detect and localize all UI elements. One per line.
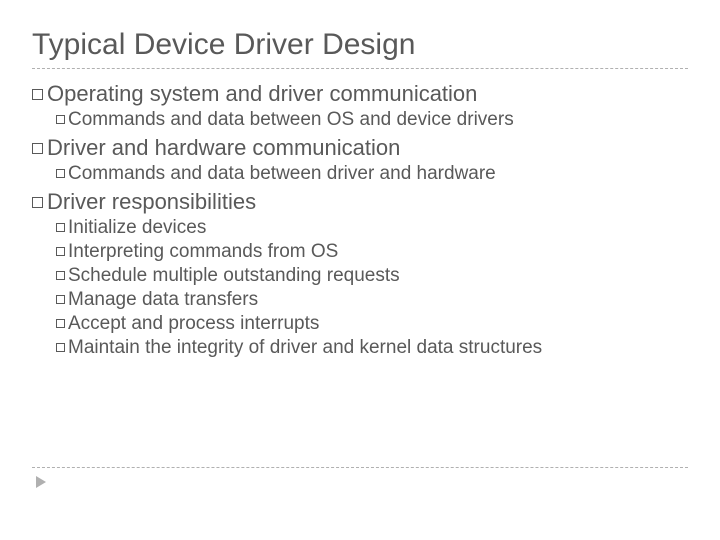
- bullet-text: Operating system and driver communicatio…: [47, 81, 477, 106]
- bullet-text: Interpreting commands from OS: [68, 241, 338, 262]
- footer-divider: [32, 467, 688, 468]
- bullet-driver-hw-comm: Driver and hardware communication: [32, 135, 688, 161]
- slide-footer: [32, 467, 688, 488]
- bullet-text: Accept and process interrupts: [68, 313, 319, 334]
- slide: Typical Device Driver Design Operating s…: [0, 0, 720, 540]
- bullet-text: Commands and data between OS and device …: [68, 109, 514, 130]
- subbullet-init-devices: Initialize devices: [56, 217, 688, 239]
- bullet-text: Maintain the integrity of driver and ker…: [68, 337, 542, 358]
- square-bullet-icon: [56, 247, 65, 256]
- subbullet-os-driver-cmds: Commands and data between OS and device …: [56, 109, 688, 131]
- title-divider: [32, 68, 688, 69]
- subbullet-schedule-requests: Schedule multiple outstanding requests: [56, 265, 688, 287]
- square-bullet-icon: [32, 89, 43, 100]
- subbullet-maintain-integrity: Maintain the integrity of driver and ker…: [56, 337, 688, 359]
- square-bullet-icon: [56, 169, 65, 178]
- bullet-text: Driver responsibilities: [47, 189, 256, 214]
- subbullet-manage-transfers: Manage data transfers: [56, 289, 688, 311]
- square-bullet-icon: [56, 295, 65, 304]
- subbullet-interpret-cmds: Interpreting commands from OS: [56, 241, 688, 263]
- square-bullet-icon: [56, 343, 65, 352]
- square-bullet-icon: [56, 223, 65, 232]
- bullet-text: Schedule multiple outstanding requests: [68, 265, 400, 286]
- square-bullet-icon: [56, 319, 65, 328]
- subbullet-process-interrupts: Accept and process interrupts: [56, 313, 688, 335]
- subbullet-driver-hw-cmds: Commands and data between driver and har…: [56, 163, 688, 185]
- square-bullet-icon: [56, 271, 65, 280]
- square-bullet-icon: [56, 115, 65, 124]
- bullet-driver-responsibilities: Driver responsibilities: [32, 189, 688, 215]
- square-bullet-icon: [32, 197, 43, 208]
- square-bullet-icon: [32, 143, 43, 154]
- slide-title: Typical Device Driver Design: [32, 28, 688, 62]
- bullet-text: Commands and data between driver and har…: [68, 163, 496, 184]
- arrow-right-icon: [36, 476, 46, 488]
- bullet-text: Driver and hardware communication: [47, 135, 400, 160]
- bullet-text: Manage data transfers: [68, 289, 258, 310]
- bullet-os-driver-comm: Operating system and driver communicatio…: [32, 81, 688, 107]
- bullet-text: Initialize devices: [68, 217, 206, 238]
